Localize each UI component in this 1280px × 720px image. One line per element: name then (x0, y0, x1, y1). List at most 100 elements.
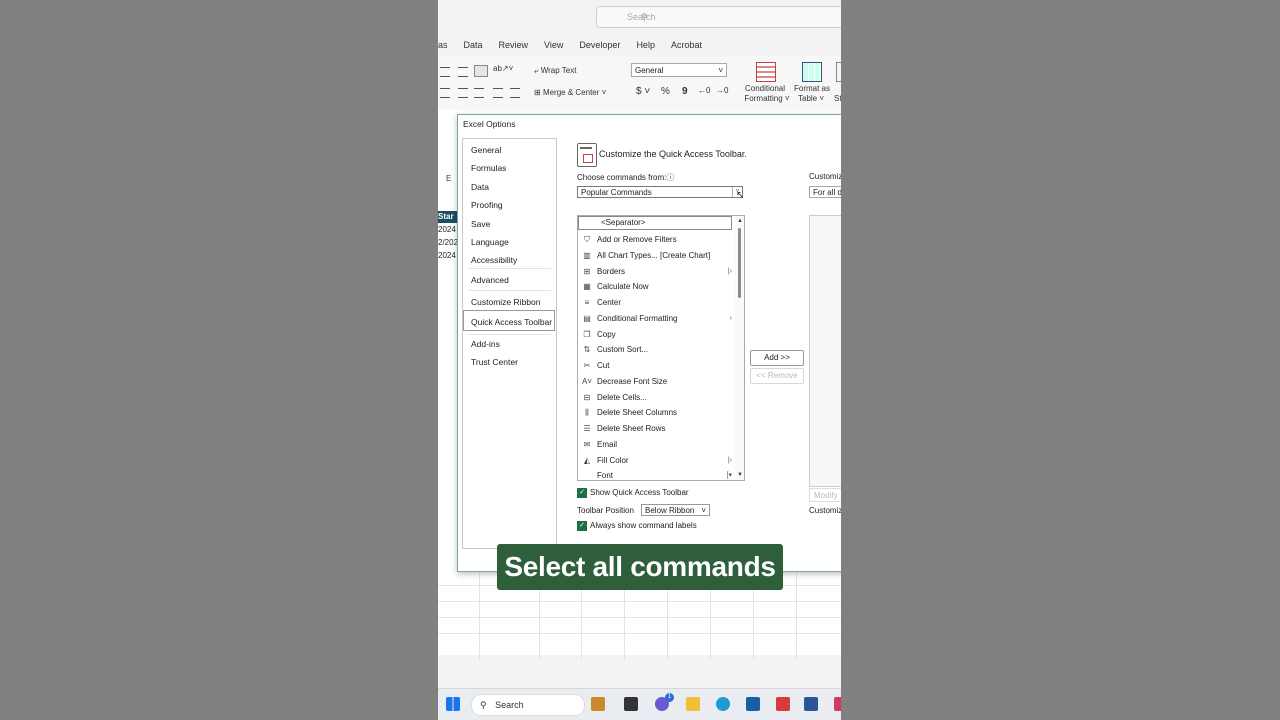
decrease-font-icon: A˅ (582, 376, 593, 386)
copy-icon: ❐ (583, 329, 591, 339)
percent-button[interactable]: % (661, 86, 670, 97)
submenu-arrow-icon: |› (727, 267, 732, 275)
currency-button[interactable]: $ ˅ (636, 86, 650, 97)
nav-item-advanced[interactable]: Advanced (471, 275, 509, 285)
tab-developer[interactable]: Developer (571, 36, 628, 54)
list-item[interactable]: ▦ Calculate Now (578, 279, 734, 295)
store-icon[interactable] (746, 697, 760, 711)
list-item[interactable]: ▥ All Chart Types... [Create Chart] (578, 248, 734, 264)
align-bottom-icon[interactable] (474, 65, 488, 77)
format-as-table-label-1[interactable]: Format as (794, 84, 830, 93)
tab-help[interactable]: Help (628, 36, 663, 54)
tab-review[interactable]: Review (491, 36, 537, 54)
windows-start-icon[interactable] (446, 697, 460, 711)
nav-item-quick-access-toolbar[interactable]: Quick Access Toolbar (471, 317, 552, 327)
wrap-text-button[interactable]: ⤶ Wrap Text (534, 66, 576, 76)
tab-formulas[interactable]: as (438, 36, 456, 54)
nav-item-trust-center[interactable]: Trust Center (471, 357, 518, 367)
format-as-table-text-2: Table (798, 94, 818, 103)
nav-item-customize-ribbon[interactable]: Customize Ribbon (471, 297, 540, 307)
nav-item-data[interactable]: Data (471, 182, 489, 192)
nav-item-general[interactable]: General (471, 145, 501, 155)
align-left-icon[interactable] (440, 88, 450, 98)
edge-browser-icon[interactable] (716, 697, 730, 711)
decrease-indent-icon[interactable] (493, 88, 503, 98)
align-right-icon[interactable] (474, 88, 484, 98)
app-icon[interactable] (834, 697, 841, 711)
list-item[interactable]: ✂ Cut (578, 358, 734, 374)
tab-data[interactable]: Data (456, 36, 491, 54)
toolbar-commands-list[interactable] (809, 215, 841, 487)
search-input[interactable]: ⚲ Search (596, 6, 841, 28)
always-show-labels-checkbox[interactable]: ✓ (577, 521, 587, 531)
decrease-decimal-icon[interactable]: →0 (716, 86, 728, 95)
scroll-down-icon[interactable]: ▼ (737, 472, 743, 478)
add-button[interactable]: Add >> (750, 350, 804, 366)
align-top-icon[interactable] (440, 67, 450, 77)
list-item[interactable]: ⛉ Add or Remove Filters (578, 232, 734, 248)
toolbar-position-dropdown[interactable]: Below Ribbon ˅ (641, 504, 710, 516)
list-item[interactable]: ⇅ Custom Sort... (578, 342, 734, 358)
commands-list[interactable]: <Separator> ⛉ Add or Remove Filters ▥ All C… (577, 215, 745, 481)
nav-item-proofing[interactable]: Proofing (471, 200, 503, 210)
cell-styles-icon[interactable] (836, 62, 841, 82)
show-qat-checkbox[interactable]: ✓ (577, 488, 587, 498)
align-middle-icon[interactable] (458, 67, 468, 77)
number-format-select[interactable]: General ˅ (631, 63, 727, 77)
info-icon[interactable]: ⓘ (666, 173, 674, 182)
nav-item-language[interactable]: Language (471, 237, 509, 247)
list-item[interactable]: ▤ Conditional Formatting › (578, 311, 734, 327)
always-show-labels-label[interactable]: Always show command labels (590, 521, 697, 530)
nav-item-accessibility[interactable]: Accessibility (471, 255, 517, 265)
list-item-separator[interactable]: <Separator> (578, 216, 732, 230)
nav-item-formulas[interactable]: Formulas (471, 163, 506, 173)
list-item-label: Center (597, 298, 622, 307)
conditional-formatting-label-1[interactable]: Conditional (742, 84, 788, 93)
tab-view[interactable]: View (536, 36, 571, 54)
ribbon: ab↗˅ ⤶ Wrap Text ⊞ Merge & Center ˅ Gene… (438, 56, 841, 111)
increase-decimal-icon[interactable]: ←0 (698, 86, 710, 95)
list-item[interactable]: ☰ Delete Sheet Rows (578, 421, 734, 437)
column-header-e[interactable]: E (446, 174, 451, 183)
remove-button[interactable]: << Remove (750, 368, 804, 384)
increase-indent-icon[interactable] (510, 88, 520, 98)
for-all-documents-dropdown[interactable]: For all d (809, 186, 841, 198)
taskbar-search[interactable]: ⚲ Search (471, 694, 585, 716)
orientation-icon[interactable]: ab↗˅ (493, 64, 513, 73)
modify-button[interactable]: Modify (809, 488, 841, 502)
list-item[interactable]: A˅ Decrease Font Size (578, 374, 734, 390)
taskbar: ⚲ Search 1 (438, 688, 841, 720)
scroll-thumb[interactable] (738, 228, 741, 298)
nav-item-save[interactable]: Save (471, 219, 490, 229)
task-view-icon[interactable] (624, 697, 638, 711)
align-center-icon: ≡ (584, 298, 590, 307)
tab-acrobat[interactable]: Acrobat (663, 36, 710, 54)
scroll-up-icon[interactable]: ▲ (737, 218, 743, 224)
show-qat-label[interactable]: Show Quick Access Toolbar (590, 488, 689, 497)
list-item[interactable]: Font [▾ (578, 468, 734, 480)
format-as-table-label-2[interactable]: Table ˅ (798, 94, 824, 103)
list-item[interactable]: ⊞ Borders |› (578, 264, 734, 280)
list-item[interactable]: ⫼ Delete Sheet Columns (578, 405, 734, 421)
format-as-table-icon[interactable] (802, 62, 822, 82)
nav-item-add-ins[interactable]: Add-ins (471, 339, 500, 349)
briefcase-icon[interactable] (591, 697, 605, 711)
acrobat-icon[interactable] (776, 697, 790, 711)
list-item[interactable]: ⊟ Delete Cells... (578, 390, 734, 406)
align-center-icon[interactable] (458, 88, 468, 98)
commands-scrollbar[interactable]: ▲ ▼ (735, 216, 744, 480)
list-item[interactable]: ≡ Center (578, 295, 734, 311)
list-item[interactable]: ◭ Fill Color |› (578, 453, 734, 469)
merge-center-button[interactable]: ⊞ Merge & Center ˅ (534, 88, 606, 97)
comma-button[interactable]: 9 (682, 86, 688, 97)
title-bar: ⚲ Search (438, 0, 841, 34)
list-item[interactable]: ✉ Email (578, 437, 734, 453)
choose-commands-dropdown[interactable]: Popular Commands ˅ (577, 186, 743, 198)
file-explorer-icon[interactable] (686, 697, 700, 711)
conditional-formatting-label-2[interactable]: Formatting ˅ (742, 94, 792, 103)
delete-rows-icon: ☰ (583, 424, 591, 433)
conditional-formatting-icon[interactable] (756, 62, 776, 82)
word-icon[interactable] (804, 697, 818, 711)
cell-styles-label[interactable]: St (834, 94, 841, 103)
list-item[interactable]: ❐ Copy (578, 327, 734, 343)
